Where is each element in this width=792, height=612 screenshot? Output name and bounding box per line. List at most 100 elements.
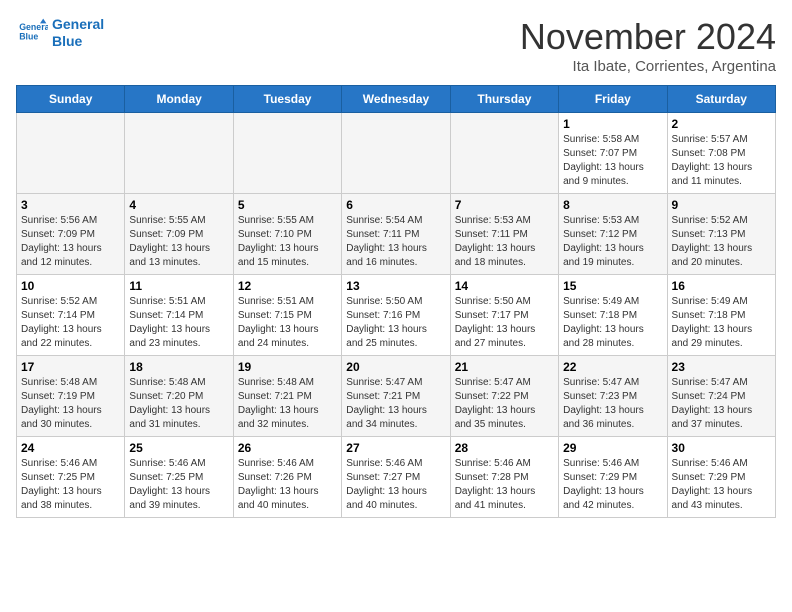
calendar-header: Sunday Monday Tuesday Wednesday Thursday… bbox=[17, 86, 776, 113]
logo-line1: General bbox=[52, 16, 104, 32]
header: General Blue General Blue November 2024 … bbox=[16, 16, 776, 75]
day-number: 22 bbox=[563, 360, 662, 374]
week-row-3: 10 Sunrise: 5:52 AMSunset: 7:14 PMDayligh… bbox=[17, 275, 776, 356]
cell-w1-d2 bbox=[233, 113, 341, 194]
cell-w3-d3: 13Sunrise: 5:50 AMSunset: 7:16 PMDayligh… bbox=[342, 275, 450, 356]
cell-w5-d4: 28Sunrise: 5:46 AMSunset: 7:28 PMDayligh… bbox=[450, 437, 558, 518]
cell-w3-d0: 10 Sunrise: 5:52 AMSunset: 7:14 PMDayligh… bbox=[17, 275, 125, 356]
logo-icon: General Blue bbox=[16, 17, 48, 49]
calendar-body: 1Sunrise: 5:58 AMSunset: 7:07 PMDaylight… bbox=[17, 113, 776, 518]
day-number: 26 bbox=[238, 441, 337, 455]
day-number: 23 bbox=[672, 360, 771, 374]
day-info: Sunrise: 5:58 AMSunset: 7:07 PMDaylight:… bbox=[563, 133, 662, 189]
cell-w4-d5: 22 Sunrise: 5:47 AMSunset: 7:23 PMDayligh… bbox=[559, 356, 667, 437]
day-info: Sunrise: 5:49 AMSunset: 7:18 PMDaylight:… bbox=[672, 295, 771, 351]
header-friday: Friday bbox=[559, 86, 667, 113]
cell-w2-d0: 3 Sunrise: 5:56 AMSunset: 7:09 PMDaylight… bbox=[17, 194, 125, 275]
logo-text: General Blue bbox=[52, 16, 104, 50]
calendar-table: Sunday Monday Tuesday Wednesday Thursday… bbox=[16, 85, 776, 518]
day-number: 5 bbox=[238, 198, 337, 212]
title-section: November 2024 Ita Ibate, Corrientes, Arg… bbox=[520, 16, 776, 75]
day-number: 14 bbox=[455, 279, 554, 293]
cell-w1-d5: 1Sunrise: 5:58 AMSunset: 7:07 PMDaylight… bbox=[559, 113, 667, 194]
cell-w2-d2: 5Sunrise: 5:55 AMSunset: 7:10 PMDaylight… bbox=[233, 194, 341, 275]
cell-w3-d5: 15 Sunrise: 5:49 AMSunset: 7:18 PMDayligh… bbox=[559, 275, 667, 356]
cell-w5-d1: 25 Sunrise: 5:46 AMSunset: 7:25 PMDayligh… bbox=[125, 437, 233, 518]
header-wednesday: Wednesday bbox=[342, 86, 450, 113]
day-number: 28 bbox=[455, 441, 554, 455]
week-row-5: 24 Sunrise: 5:46 AMSunset: 7:25 PMDayligh… bbox=[17, 437, 776, 518]
day-info: Sunrise: 5:53 AMSunset: 7:11 PMDaylight:… bbox=[455, 214, 554, 270]
day-number: 29 bbox=[563, 441, 662, 455]
day-number: 8 bbox=[563, 198, 662, 212]
day-info: Sunrise: 5:51 AMSunset: 7:14 PMDaylight:… bbox=[129, 295, 228, 351]
day-info: Sunrise: 5:54 AMSunset: 7:11 PMDaylight:… bbox=[346, 214, 445, 270]
cell-w5-d5: 29 Sunrise: 5:46 AMSunset: 7:29 PMDayligh… bbox=[559, 437, 667, 518]
day-info: Sunrise: 5:47 AMSunset: 7:24 PMDaylight:… bbox=[672, 376, 771, 432]
day-info: Sunrise: 5:57 AMSunset: 7:08 PMDaylight:… bbox=[672, 133, 771, 189]
cell-w2-d3: 6 Sunrise: 5:54 AMSunset: 7:11 PMDaylight… bbox=[342, 194, 450, 275]
day-number: 12 bbox=[238, 279, 337, 293]
month-title: November 2024 bbox=[520, 16, 776, 58]
day-info: Sunrise: 5:55 AMSunset: 7:09 PMDaylight:… bbox=[129, 214, 228, 270]
day-number: 18 bbox=[129, 360, 228, 374]
cell-w1-d4 bbox=[450, 113, 558, 194]
day-info: Sunrise: 5:52 AMSunset: 7:13 PMDaylight:… bbox=[672, 214, 771, 270]
day-number: 3 bbox=[21, 198, 120, 212]
day-number: 27 bbox=[346, 441, 445, 455]
cell-w5-d3: 27 Sunrise: 5:46 AMSunset: 7:27 PMDayligh… bbox=[342, 437, 450, 518]
day-info: Sunrise: 5:49 AMSunset: 7:18 PMDaylight:… bbox=[563, 295, 662, 351]
cell-w2-d4: 7 Sunrise: 5:53 AMSunset: 7:11 PMDaylight… bbox=[450, 194, 558, 275]
day-info: Sunrise: 5:48 AMSunset: 7:21 PMDaylight:… bbox=[238, 376, 337, 432]
cell-w3-d2: 12 Sunrise: 5:51 AMSunset: 7:15 PMDayligh… bbox=[233, 275, 341, 356]
week-row-1: 1Sunrise: 5:58 AMSunset: 7:07 PMDaylight… bbox=[17, 113, 776, 194]
day-number: 25 bbox=[129, 441, 228, 455]
day-number: 10 bbox=[21, 279, 120, 293]
cell-w5-d2: 26 Sunrise: 5:46 AMSunset: 7:26 PMDayligh… bbox=[233, 437, 341, 518]
day-info: Sunrise: 5:47 AMSunset: 7:21 PMDaylight:… bbox=[346, 376, 445, 432]
location-title: Ita Ibate, Corrientes, Argentina bbox=[520, 58, 776, 75]
cell-w1-d1 bbox=[125, 113, 233, 194]
day-info: Sunrise: 5:46 AMSunset: 7:27 PMDaylight:… bbox=[346, 457, 445, 513]
day-info: Sunrise: 5:48 AMSunset: 7:20 PMDaylight:… bbox=[129, 376, 228, 432]
day-number: 15 bbox=[563, 279, 662, 293]
cell-w5-d6: 30 Sunrise: 5:46 AMSunset: 7:29 PMDayligh… bbox=[667, 437, 775, 518]
day-number: 6 bbox=[346, 198, 445, 212]
cell-w2-d5: 8 Sunrise: 5:53 AMSunset: 7:12 PMDaylight… bbox=[559, 194, 667, 275]
day-number: 2 bbox=[672, 117, 771, 131]
svg-text:Blue: Blue bbox=[19, 31, 38, 41]
header-monday: Monday bbox=[125, 86, 233, 113]
day-number: 30 bbox=[672, 441, 771, 455]
day-number: 24 bbox=[21, 441, 120, 455]
cell-w3-d1: 11 Sunrise: 5:51 AMSunset: 7:14 PMDayligh… bbox=[125, 275, 233, 356]
cell-w4-d2: 19Sunrise: 5:48 AMSunset: 7:21 PMDayligh… bbox=[233, 356, 341, 437]
day-info: Sunrise: 5:53 AMSunset: 7:12 PMDaylight:… bbox=[563, 214, 662, 270]
day-info: Sunrise: 5:52 AMSunset: 7:14 PMDaylight:… bbox=[21, 295, 120, 351]
cell-w4-d3: 20 Sunrise: 5:47 AMSunset: 7:21 PMDayligh… bbox=[342, 356, 450, 437]
day-number: 7 bbox=[455, 198, 554, 212]
logo-line2: Blue bbox=[52, 33, 82, 49]
day-info: Sunrise: 5:46 AMSunset: 7:26 PMDaylight:… bbox=[238, 457, 337, 513]
day-info: Sunrise: 5:47 AMSunset: 7:23 PMDaylight:… bbox=[563, 376, 662, 432]
cell-w1-d3 bbox=[342, 113, 450, 194]
day-number: 16 bbox=[672, 279, 771, 293]
day-info: Sunrise: 5:46 AMSunset: 7:29 PMDaylight:… bbox=[563, 457, 662, 513]
day-info: Sunrise: 5:50 AMSunset: 7:16 PMDaylight:… bbox=[346, 295, 445, 351]
header-sunday: Sunday bbox=[17, 86, 125, 113]
cell-w4-d1: 18 Sunrise: 5:48 AMSunset: 7:20 PMDayligh… bbox=[125, 356, 233, 437]
day-info: Sunrise: 5:51 AMSunset: 7:15 PMDaylight:… bbox=[238, 295, 337, 351]
day-number: 17 bbox=[21, 360, 120, 374]
day-info: Sunrise: 5:48 AMSunset: 7:19 PMDaylight:… bbox=[21, 376, 120, 432]
header-saturday: Saturday bbox=[667, 86, 775, 113]
day-info: Sunrise: 5:50 AMSunset: 7:17 PMDaylight:… bbox=[455, 295, 554, 351]
cell-w1-d0 bbox=[17, 113, 125, 194]
day-info: Sunrise: 5:56 AMSunset: 7:09 PMDaylight:… bbox=[21, 214, 120, 270]
day-number: 21 bbox=[455, 360, 554, 374]
day-info: Sunrise: 5:46 AMSunset: 7:25 PMDaylight:… bbox=[129, 457, 228, 513]
day-info: Sunrise: 5:46 AMSunset: 7:29 PMDaylight:… bbox=[672, 457, 771, 513]
day-info: Sunrise: 5:46 AMSunset: 7:25 PMDaylight:… bbox=[21, 457, 120, 513]
day-number: 11 bbox=[129, 279, 228, 293]
week-row-2: 3 Sunrise: 5:56 AMSunset: 7:09 PMDaylight… bbox=[17, 194, 776, 275]
header-thursday: Thursday bbox=[450, 86, 558, 113]
day-number: 20 bbox=[346, 360, 445, 374]
